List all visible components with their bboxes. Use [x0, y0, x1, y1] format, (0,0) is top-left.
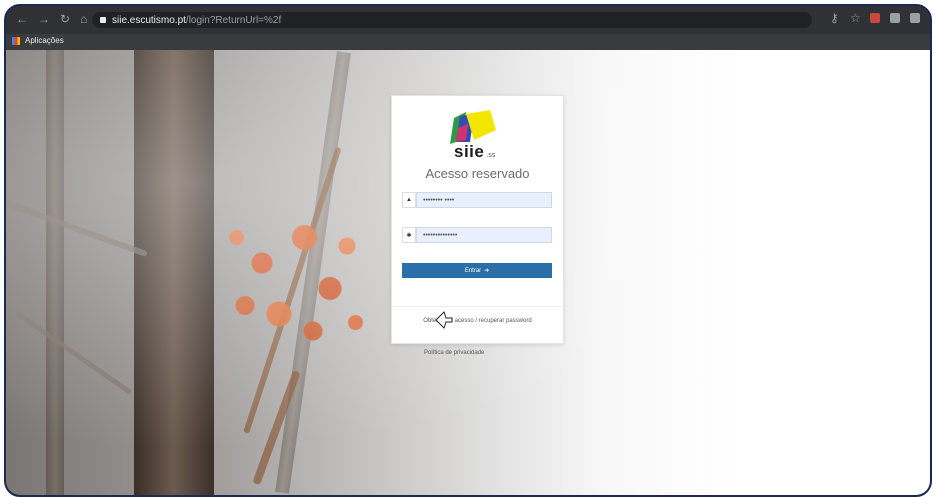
url-path: /login?ReturnUrl=%2f	[185, 14, 282, 26]
brand-wordmark: siie .ss	[454, 142, 495, 162]
lock-icon[interactable]	[100, 17, 106, 23]
privacy-policy-link[interactable]: Política de privacidade	[424, 350, 484, 356]
url-host: siie.escutismo.pt	[112, 14, 186, 26]
navigation-controls: ← → ↻ ⌂	[16, 13, 87, 25]
home-icon[interactable]: ⌂	[80, 13, 87, 25]
password-field: ✱	[402, 227, 552, 243]
apps-label: Aplicações	[25, 36, 64, 45]
browser-window: ← → ↻ ⌂ siie.escutismo.pt /login?ReturnU…	[4, 4, 932, 497]
extension-icon[interactable]	[870, 13, 880, 23]
extensions-area: ⚷ ☆	[830, 12, 920, 24]
cursor-icon	[435, 311, 453, 329]
password-icon: ✱	[402, 227, 416, 243]
apps-icon	[12, 36, 20, 45]
star-icon[interactable]: ☆	[850, 12, 861, 24]
extension-icon[interactable]	[890, 13, 900, 23]
reload-icon[interactable]: ↻	[60, 13, 70, 25]
page-title: Acesso reservado	[425, 166, 530, 181]
username-field: ▲	[402, 192, 552, 208]
profile-icon[interactable]	[910, 13, 920, 23]
recover-password-link[interactable]: Obter novo acesso / recuperar password	[392, 318, 563, 324]
address-bar[interactable]: siie.escutismo.pt /login?ReturnUrl=%2f	[92, 12, 812, 28]
forward-icon[interactable]: →	[38, 13, 50, 25]
login-page: siie .ss Acesso reservado ▲ ✱ Entrar ➜ O…	[6, 50, 930, 495]
apps-bookmark[interactable]: Aplicações	[12, 36, 64, 45]
browser-toolbar: ← → ↻ ⌂ siie.escutismo.pt /login?ReturnU…	[6, 6, 930, 34]
card-divider	[392, 306, 563, 307]
login-icon: ➜	[484, 268, 490, 274]
bookmarks-bar: Aplicações	[6, 34, 930, 50]
login-button-label: Entrar	[464, 267, 482, 274]
brand-name: siie	[454, 142, 485, 161]
key-icon[interactable]: ⚷	[830, 12, 840, 24]
login-card: siie .ss Acesso reservado ▲ ✱ Entrar ➜ O…	[391, 95, 564, 344]
back-icon[interactable]: ←	[16, 13, 28, 25]
brand-suffix: .ss	[486, 152, 496, 159]
username-input[interactable]	[416, 192, 552, 208]
login-button[interactable]: Entrar ➜	[402, 263, 552, 278]
password-input[interactable]	[416, 227, 552, 243]
user-icon: ▲	[402, 192, 416, 208]
